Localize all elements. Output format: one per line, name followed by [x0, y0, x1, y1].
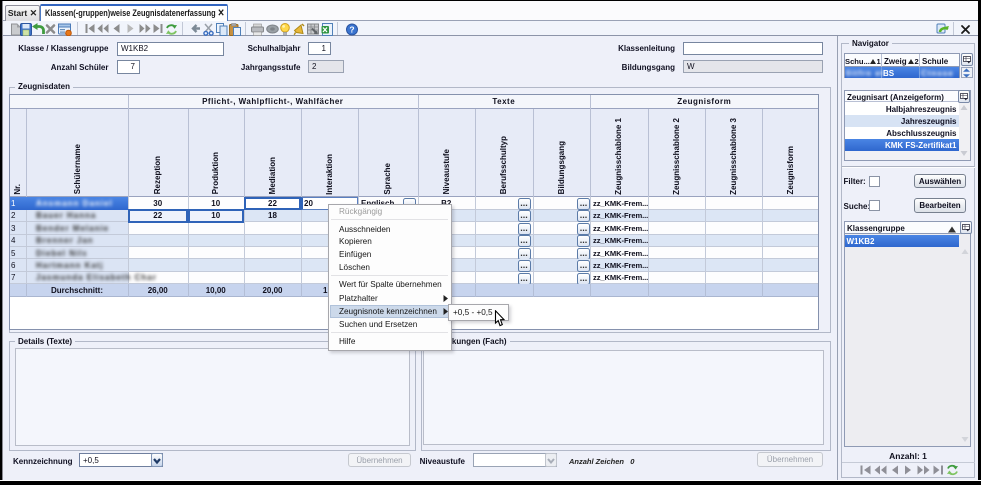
- svg-text:?: ?: [349, 24, 354, 34]
